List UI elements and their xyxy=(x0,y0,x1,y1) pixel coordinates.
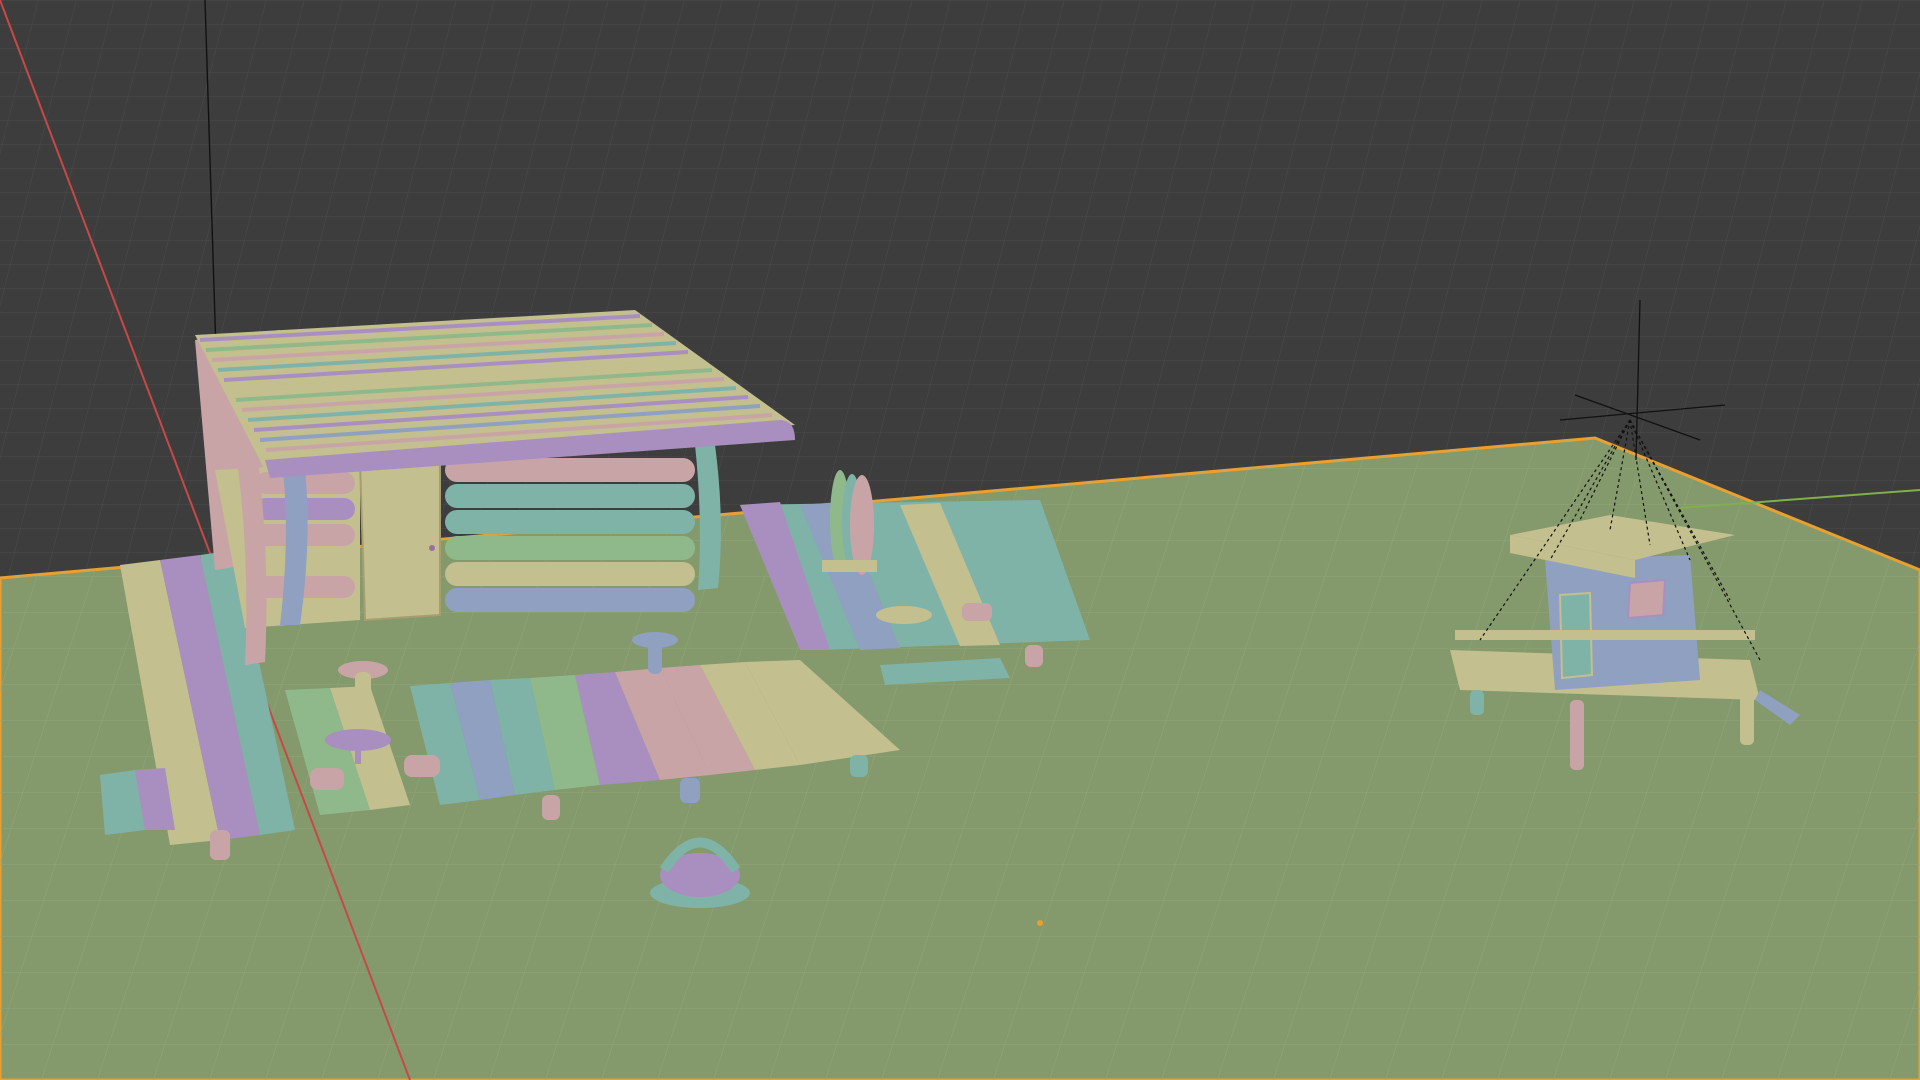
stool-block xyxy=(310,768,344,790)
deck-post xyxy=(850,755,868,777)
cabin-log xyxy=(445,588,695,612)
3d-viewport[interactable] xyxy=(0,0,1920,1080)
table-leg xyxy=(355,742,361,764)
stool-leg xyxy=(648,642,662,674)
origin-dot xyxy=(1037,920,1043,926)
table-top xyxy=(876,606,932,624)
viewport-canvas[interactable] xyxy=(0,0,1920,1080)
cabin-log xyxy=(445,562,695,586)
stool-block xyxy=(404,755,440,777)
cabin-log xyxy=(445,536,695,560)
cabin-log xyxy=(445,484,695,508)
deck-post xyxy=(542,795,560,820)
rack-base xyxy=(822,560,877,572)
cabin-log xyxy=(445,510,695,534)
tower-railing xyxy=(1455,630,1755,640)
cabin-door xyxy=(358,456,441,622)
tower-leg xyxy=(1470,690,1484,715)
stool-leg xyxy=(355,672,371,707)
deck-post xyxy=(1025,645,1043,667)
deck-post xyxy=(680,778,700,803)
deck-post xyxy=(210,830,230,860)
tower-leg xyxy=(1570,700,1584,770)
tower-window xyxy=(1626,578,1667,620)
tower-leg xyxy=(1740,690,1754,745)
stool-block xyxy=(962,603,992,621)
door-knob xyxy=(429,545,435,551)
